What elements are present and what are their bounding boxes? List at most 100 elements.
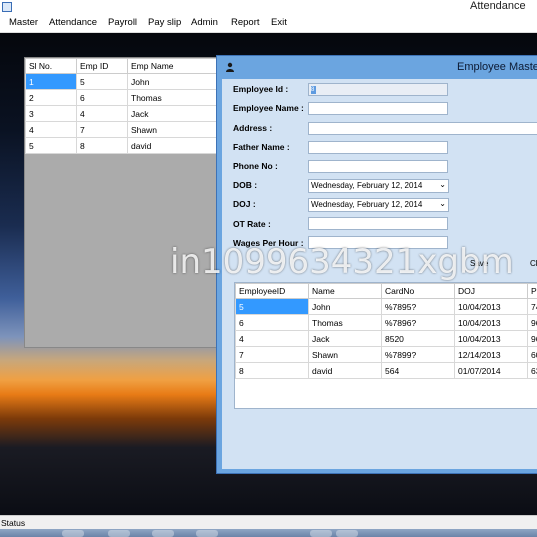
column-header[interactable]: EmployeeID xyxy=(235,283,309,299)
table-cell[interactable]: 4 xyxy=(235,330,309,347)
table-cell[interactable]: 8520 xyxy=(381,330,455,347)
taskbar-button[interactable] xyxy=(310,530,332,537)
table-cell[interactable]: 74 xyxy=(527,298,537,315)
menu-report[interactable]: Report xyxy=(231,17,260,28)
dob-label: DOB : xyxy=(233,180,258,190)
taskbar-button[interactable] xyxy=(336,530,358,537)
table-cell[interactable]: david xyxy=(127,137,219,154)
table-cell[interactable]: 96 xyxy=(527,314,537,331)
table-cell[interactable]: Jack xyxy=(308,330,382,347)
table-row[interactable]: 5 8 david xyxy=(25,137,219,154)
dob-value: Wednesday, February 12, 2014 xyxy=(311,181,423,190)
table-cell[interactable]: 6 xyxy=(76,89,128,106)
chevron-down-icon[interactable]: ⌄ xyxy=(439,180,446,189)
emp-id-value: 8 xyxy=(311,86,316,94)
table-header-row: Sl No. Emp ID Emp Name xyxy=(25,58,219,74)
table-cell[interactable]: Shawn xyxy=(308,346,382,363)
table-row[interactable]: 2 6 Thomas xyxy=(25,89,219,106)
table-cell[interactable]: %7895? xyxy=(381,298,455,315)
menu-exit[interactable]: Exit xyxy=(271,17,287,28)
table-cell[interactable]: 12/14/2013 xyxy=(454,346,528,363)
table-cell[interactable]: John xyxy=(308,298,382,315)
table-cell[interactable]: Thomas xyxy=(127,89,219,106)
table-cell[interactable]: 1 xyxy=(25,73,77,90)
table-row[interactable]: 5 John %7895? 10/04/2013 74 xyxy=(235,298,537,315)
menu-payroll[interactable]: Payroll xyxy=(108,17,137,28)
phone-field[interactable] xyxy=(308,160,448,173)
table-row[interactable]: 7 Shawn %7899? 12/14/2013 60 xyxy=(235,346,537,363)
doj-value: Wednesday, February 12, 2014 xyxy=(311,200,423,209)
table-cell[interactable]: 5 xyxy=(25,137,77,154)
taskbar-button[interactable] xyxy=(196,530,218,537)
menu-master[interactable]: Master xyxy=(9,17,38,28)
emp-name-field[interactable] xyxy=(308,102,448,115)
table-cell[interactable]: 4 xyxy=(76,105,128,122)
table-cell[interactable]: John xyxy=(127,73,219,90)
doj-label: DOJ : xyxy=(233,199,256,209)
menu-payslip[interactable]: Pay slip xyxy=(148,17,181,28)
table-cell[interactable]: %7896? xyxy=(381,314,455,331)
father-name-field[interactable] xyxy=(308,141,448,154)
column-header[interactable]: Sl No. xyxy=(25,58,77,74)
menu-admin[interactable]: Admin xyxy=(191,17,218,28)
column-header[interactable]: Name xyxy=(308,283,382,299)
ot-rate-field[interactable] xyxy=(308,217,448,230)
table-cell[interactable]: Thomas xyxy=(308,314,382,331)
emp-name-label: Employee Name : xyxy=(233,103,304,113)
table-cell[interactable]: david xyxy=(308,362,382,379)
table-cell[interactable]: 10/04/2013 xyxy=(454,330,528,347)
column-header[interactable]: Emp ID xyxy=(76,58,128,74)
table-cell[interactable]: 5 xyxy=(76,73,128,90)
column-header[interactable]: DOJ xyxy=(454,283,528,299)
table-cell[interactable]: 10/04/2013 xyxy=(454,314,528,331)
doj-date-picker[interactable]: Wednesday, February 12, 2014 ⌄ xyxy=(308,198,449,212)
address-label: Address : xyxy=(233,123,273,133)
table-cell[interactable]: 01/07/2014 xyxy=(454,362,528,379)
table-cell[interactable]: 5 xyxy=(235,298,309,315)
table-row[interactable]: 1 5 John xyxy=(25,73,219,90)
table-cell[interactable]: 564 xyxy=(381,362,455,379)
table-cell[interactable]: 6 xyxy=(235,314,309,331)
table-row[interactable]: 8 david 564 01/07/2014 63 xyxy=(235,362,537,379)
clear-button[interactable]: Cl xyxy=(530,259,537,268)
table-cell[interactable]: 63 xyxy=(527,362,537,379)
taskbar-button[interactable] xyxy=(62,530,84,537)
table-row[interactable]: 4 7 Shawn xyxy=(25,121,219,138)
column-header[interactable]: CardNo xyxy=(381,283,455,299)
table-cell[interactable]: 7 xyxy=(76,121,128,138)
employee-list-window: Sl No. Emp ID Emp Name 1 5 John 2 6 Thom… xyxy=(24,57,222,348)
chevron-down-icon[interactable]: ⌄ xyxy=(439,199,446,208)
table-header-row: EmployeeID Name CardNo DOJ Pl xyxy=(235,283,537,299)
emp-id-field[interactable]: 8 xyxy=(308,83,448,96)
employee-list-table[interactable]: Sl No. Emp ID Emp Name 1 5 John 2 6 Thom… xyxy=(25,58,219,154)
table-row[interactable]: 4 Jack 8520 10/04/2013 96 xyxy=(235,330,537,347)
column-header[interactable]: Pl xyxy=(527,283,537,299)
table-cell[interactable]: 60 xyxy=(527,346,537,363)
column-header[interactable]: Emp Name xyxy=(127,58,219,74)
table-cell[interactable]: %7899? xyxy=(381,346,455,363)
address-field[interactable] xyxy=(308,122,537,135)
table-row[interactable]: 3 4 Jack xyxy=(25,105,219,122)
taskbar xyxy=(0,529,537,537)
table-cell[interactable]: 4 xyxy=(25,121,77,138)
table-row[interactable]: 6 Thomas %7896? 10/04/2013 96 xyxy=(235,314,537,331)
employee-master-caption: Employee Master xyxy=(217,56,537,78)
table-cell[interactable]: 8 xyxy=(235,362,309,379)
table-cell[interactable]: Jack xyxy=(127,105,219,122)
table-cell[interactable]: 3 xyxy=(25,105,77,122)
table-cell[interactable]: 10/04/2013 xyxy=(454,298,528,315)
table-cell[interactable]: 7 xyxy=(235,346,309,363)
table-cell[interactable]: Shawn xyxy=(127,121,219,138)
table-cell[interactable]: 8 xyxy=(76,137,128,154)
taskbar-button[interactable] xyxy=(108,530,130,537)
menu-attendance[interactable]: Attendance xyxy=(49,17,97,28)
taskbar-button[interactable] xyxy=(152,530,174,537)
table-cell[interactable]: 2 xyxy=(25,89,77,106)
employee-data-grid[interactable]: EmployeeID Name CardNo DOJ Pl 5 John %78… xyxy=(234,282,537,409)
table-cell[interactable]: 96 xyxy=(527,330,537,347)
dob-date-picker[interactable]: Wednesday, February 12, 2014 ⌄ xyxy=(308,179,449,193)
window-title: Attendance xyxy=(470,0,526,12)
status-text: Status xyxy=(1,518,26,528)
employee-master-title: Employee Master xyxy=(457,61,537,73)
status-bar: Status xyxy=(0,515,537,530)
